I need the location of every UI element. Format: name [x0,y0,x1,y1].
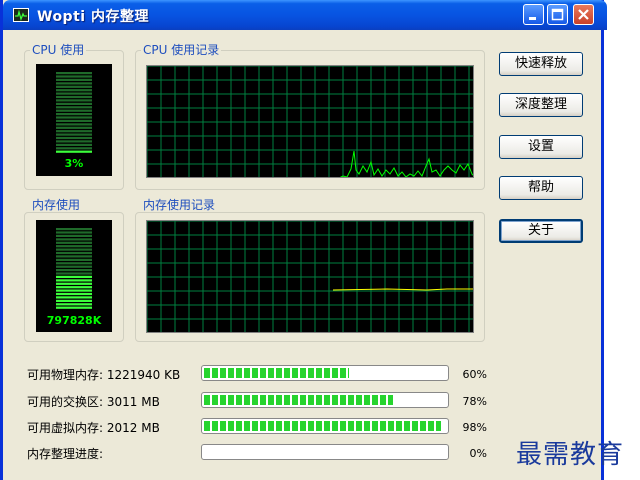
virtual-memory-percent: 98% [462,421,487,434]
meter-segment [56,126,92,129]
minimize-button[interactable] [523,4,544,25]
watermark-text: 最需教育 [516,440,625,470]
meter-segment [56,75,92,78]
meter-segment [56,231,92,234]
meter-segment [56,251,92,255]
meter-segment [56,92,92,95]
title-bar[interactable]: Wopti 内存整理 [3,0,607,30]
mem-meter: 797828K [36,220,112,332]
graph-grid [147,221,473,332]
physical-memory-label: 可用物理内存: 1221940 KB [27,368,181,382]
meter-segment [56,102,92,105]
physical-memory-percent: 60% [462,368,487,381]
meter-segment [56,245,92,248]
meter-segment [56,95,92,99]
meter-segment [56,89,92,92]
meter-segment [56,78,92,81]
main-window: Wopti 内存整理 CPU 使用 3% CPU 使用记录 内存使用 79782… [0,0,607,480]
deep-cleanup-button[interactable]: 深度整理 [499,93,583,117]
meter-segment [56,113,92,116]
meter-segment [56,275,92,278]
cpu-meter: 3% [36,64,112,176]
meter-segment [56,282,92,285]
meter-segment [56,228,92,231]
meter-segment [56,140,92,143]
meter-segment [56,262,92,265]
meter-segment [56,286,92,289]
meter-segment [56,123,92,126]
meter-segment [56,85,92,88]
meter-segment [56,150,92,153]
swap-label: 可用的交换区: 3011 MB [27,395,160,409]
swap-percent: 78% [462,395,487,408]
meter-segment [56,292,92,296]
cleanup-progress-label: 内存整理进度: [27,447,104,461]
meter-segment [56,296,92,299]
virtual-memory-bar [201,418,449,434]
mem-history-chart [147,221,473,332]
cleanup-progress-bar [201,444,449,460]
physical-memory-bar [201,365,449,381]
meter-segment [56,306,92,309]
meter-segment [56,238,92,241]
close-button[interactable] [573,4,594,25]
settings-button[interactable]: 设置 [499,135,583,159]
meter-segment [56,241,92,244]
meter-segment [56,116,92,119]
meter-segment [56,303,92,306]
mem-history-graph [146,220,474,333]
meter-segment [56,147,92,150]
meter-segment [56,279,92,282]
meter-segment [56,299,92,302]
meter-segment [56,234,92,237]
help-button[interactable]: 帮助 [499,176,583,200]
meter-segment [56,272,92,275]
meter-segment [56,255,92,258]
meter-segment [56,106,92,109]
meter-segment [56,109,92,112]
cpu-meter-label: CPU 使用 [30,43,87,57]
mem-meter-value: 797828K [46,314,102,327]
quick-release-button[interactable]: 快速释放 [499,52,583,76]
meter-segment [56,119,92,122]
meter-segment [56,99,92,102]
meter-segment [56,269,92,272]
cpu-history-label: CPU 使用记录 [141,43,222,57]
maximize-button[interactable] [547,4,568,25]
cpu-meter-value: 3% [64,157,84,170]
window-title: Wopti 内存整理 [37,9,149,25]
about-button[interactable]: 关于 [499,219,583,243]
virtual-memory-label: 可用虚拟内存: 2012 MB [27,421,160,435]
cpu-history-chart [147,66,473,177]
meter-segment [56,143,92,146]
mem-usage-line [332,288,473,291]
physical-memory-fill [204,368,349,378]
meter-segment [56,136,92,140]
meter-segment [56,265,92,268]
app-icon [13,8,29,22]
meter-segment [56,82,92,85]
virtual-memory-fill [204,421,441,431]
meter-segment [56,72,92,75]
meter-segment [56,289,92,292]
swap-fill [204,395,393,405]
graph-grid [147,66,473,177]
meter-segment [56,248,92,251]
meter-segment [56,130,92,133]
cpu-history-graph [146,65,474,178]
meter-segment [56,258,92,261]
mem-meter-label: 内存使用 [30,198,83,212]
meter-segment [56,133,92,136]
mem-history-label: 内存使用记录 [141,198,218,212]
cleanup-progress-percent: 0% [469,447,487,460]
swap-bar [201,392,449,408]
